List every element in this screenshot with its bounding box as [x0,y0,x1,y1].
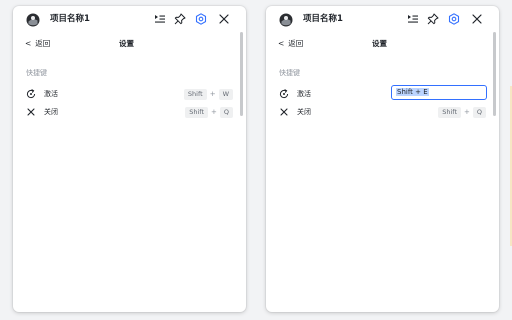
shortcut-row-close[interactable]: 关闭 Shift + Q [266,105,499,119]
shortcut-label: 关闭 [297,108,311,116]
stage: 项目名称1 < 返回 设置 快捷键 激活 Shift + W 关闭 Shift … [0,0,512,320]
project-title: 项目名称1 [50,14,90,24]
key-badge: Q [219,106,233,118]
list-play-icon[interactable] [154,13,166,25]
shortcut-row-close[interactable]: 关闭 Shift + Q [13,105,246,119]
key-badge: Shift [185,106,208,118]
back-button[interactable]: < 返回 [278,38,303,50]
pin-icon[interactable] [174,13,186,25]
panel-header: 项目名称1 [13,6,246,32]
shortcut-recording-input[interactable]: Shift + E [391,85,487,100]
shortcut-label: 激活 [297,90,311,98]
shortcut-input-value: Shift + E [396,88,429,96]
settings-panel-left: 项目名称1 < 返回 设置 快捷键 激活 Shift + W 关闭 Shift … [13,6,246,312]
gear-icon[interactable] [195,13,207,25]
avatar-logo-icon [279,12,293,27]
key-badge: Shift [183,88,207,100]
project-title: 项目名称1 [303,14,343,24]
key-badge: Q [472,106,486,118]
back-label: 返回 [288,39,304,48]
gear-icon[interactable] [448,13,460,25]
plus-sign: + [209,89,216,98]
back-label: 返回 [35,39,51,48]
key-badge: Shift [438,106,461,118]
key-badge: W [218,88,233,100]
panel-header: 项目名称1 [266,6,499,32]
shortcut-row-activate[interactable]: 激活 Shift + W [13,87,246,101]
shortcut-label: 激活 [44,90,58,98]
shortcut-row-activate[interactable]: 激活 Shift + E [266,85,499,101]
plus-sign: + [464,107,470,116]
shortcuts-section-label: 快捷键 [26,69,47,77]
avatar-logo-icon [26,12,40,27]
activate-refresh-icon [26,89,36,99]
settings-subheader: < 返回 设置 [13,36,246,52]
chevron-left-icon: < [25,39,32,48]
plus-sign: + [211,107,217,116]
shortcuts-section-label: 快捷键 [279,69,300,77]
close-icon[interactable] [471,13,483,25]
settings-title: 设置 [119,39,134,48]
scrollbar[interactable] [240,32,243,116]
back-button[interactable]: < 返回 [25,38,50,50]
shortcut-label: 关闭 [44,108,58,116]
shortcut-keys[interactable]: Shift + Q [438,106,486,118]
shortcut-keys[interactable]: Shift + Q [185,106,233,118]
settings-title: 设置 [372,39,387,48]
close-icon[interactable] [218,13,230,25]
activate-refresh-icon [279,89,289,99]
settings-subheader: < 返回 设置 [266,36,499,52]
shortcut-keys[interactable]: Shift + W [183,88,233,100]
close-x-icon [279,107,289,117]
settings-panel-right: 项目名称1 < 返回 设置 快捷键 激活 Shift + E 关闭 Shift … [266,6,499,312]
chevron-left-icon: < [278,39,285,48]
close-x-icon [26,107,36,117]
list-play-icon[interactable] [407,13,419,25]
scrollbar[interactable] [493,32,496,116]
pin-icon[interactable] [427,13,439,25]
